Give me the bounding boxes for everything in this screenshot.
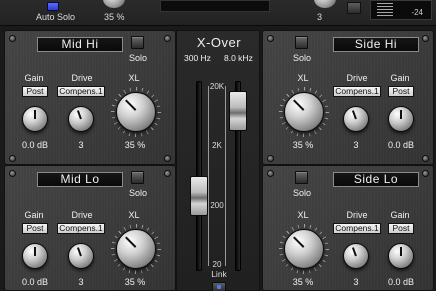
auto-solo-toggle[interactable]: [47, 2, 59, 11]
drive-label: Drive: [346, 210, 368, 220]
drive-mode-tag[interactable]: Compens.1: [333, 86, 381, 97]
top-strip: Auto Solo 35 % 3 -24: [0, 0, 436, 26]
xl-label: XL: [128, 210, 140, 220]
xover-freq-low: 300 Hz: [184, 53, 211, 63]
drive-value: 3: [353, 140, 359, 150]
top-left-knob[interactable]: [103, 0, 125, 8]
screw-icon: [164, 170, 171, 177]
drive-mode-tag[interactable]: Compens.1: [57, 223, 105, 234]
scale-label-20: 20: [212, 260, 222, 269]
drive-mode-tag[interactable]: Compens.1: [57, 86, 105, 97]
band-name-mid-lo: Mid Lo: [37, 172, 123, 187]
screw-icon: [422, 35, 429, 42]
screw-icon: [164, 155, 171, 162]
meter-bars-icon: [377, 3, 393, 17]
xl-knob-mid-hi[interactable]: [116, 92, 156, 132]
gain-mode-tag[interactable]: Post: [388, 223, 414, 234]
led-icon: [217, 285, 221, 289]
gain-value: 0.0 dB: [21, 277, 49, 287]
gain-label: Gain: [390, 210, 410, 220]
gain-mode-tag[interactable]: Post: [388, 86, 414, 97]
gain-value: 0.0 dB: [387, 140, 415, 150]
fader-low-handle[interactable]: [190, 176, 208, 216]
xover-scale: [208, 86, 226, 266]
solo-label: Solo: [128, 53, 147, 63]
xl-label: XL: [297, 73, 309, 83]
top-right-knob[interactable]: [314, 0, 336, 8]
gain-label: Gain: [24, 73, 44, 83]
drive-value: 3: [78, 277, 84, 287]
drive-label: Drive: [346, 73, 368, 83]
drive-knob-side-lo[interactable]: [343, 243, 369, 269]
screw-icon: [9, 170, 16, 177]
gain-label: Gain: [24, 210, 44, 220]
gain-knob-mid-lo[interactable]: [22, 243, 48, 269]
xl-label: XL: [297, 210, 309, 220]
panel-side-lo: Solo Side Lo XL 35 % Drive Compens.1 3 G…: [262, 165, 434, 291]
xover-freq-high: 8.0 kHz: [224, 53, 253, 63]
xl-knob-side-lo[interactable]: [284, 229, 324, 269]
panel-mid-hi: Mid Hi Solo Gain Post 0.0 dB Drive Compe…: [4, 30, 176, 165]
xl-label: XL: [128, 73, 140, 83]
xl-knob-mid-lo[interactable]: [116, 229, 156, 269]
link-label: Link: [211, 269, 227, 279]
auto-solo-label: Auto Solo: [36, 12, 76, 22]
top-toggle-button[interactable]: [347, 2, 361, 14]
top-right-value: 3: [317, 12, 323, 22]
gain-knob-side-lo[interactable]: [388, 243, 414, 269]
top-display: [160, 0, 270, 12]
gain-knob-side-hi[interactable]: [388, 106, 414, 132]
gain-label: Gain: [390, 73, 410, 83]
solo-button-mid-lo[interactable]: [131, 171, 144, 184]
solo-button-side-lo[interactable]: [295, 171, 308, 184]
screw-icon: [267, 170, 274, 177]
solo-label: Solo: [292, 188, 311, 198]
xover-title: X-Over: [196, 35, 242, 50]
band-name-mid-hi: Mid Hi: [37, 37, 123, 52]
top-left-value: 35 %: [104, 12, 125, 22]
screw-icon: [267, 155, 274, 162]
xl-value: 35 %: [124, 140, 146, 150]
xl-knob-side-hi[interactable]: [284, 92, 324, 132]
screw-icon: [164, 35, 171, 42]
screw-icon: [422, 170, 429, 177]
gain-value: 0.0 dB: [387, 277, 415, 287]
drive-knob-mid-lo[interactable]: [68, 243, 94, 269]
gain-mode-tag[interactable]: Post: [22, 86, 48, 97]
drive-value: 3: [78, 140, 84, 150]
level-meter: -24: [370, 0, 432, 20]
xl-value: 35 %: [292, 140, 314, 150]
solo-button-mid-hi[interactable]: [131, 36, 144, 49]
gain-value: 0.0 dB: [21, 140, 49, 150]
band-name-side-lo: Side Lo: [333, 172, 419, 187]
xl-value: 35 %: [292, 277, 314, 287]
screw-icon: [9, 155, 16, 162]
fader-high-handle[interactable]: [229, 91, 247, 131]
solo-button-side-hi[interactable]: [295, 36, 308, 49]
panel-side-hi: Solo Side Hi XL 35 % Drive Compens.1 3 G…: [262, 30, 434, 165]
panel-mid-lo: Mid Lo Solo Gain Post 0.0 dB Drive Compe…: [4, 165, 176, 291]
screw-icon: [9, 35, 16, 42]
xover-section: X-Over 300 Hz 8.0 kHz 20K 2K 200 20 Link: [176, 30, 260, 291]
meter-scale-label: -24: [411, 8, 423, 17]
drive-label: Drive: [71, 210, 93, 220]
screw-icon: [422, 155, 429, 162]
link-toggle[interactable]: [212, 282, 226, 291]
solo-label: Solo: [292, 53, 311, 63]
screw-icon: [267, 35, 274, 42]
gain-knob-mid-hi[interactable]: [22, 106, 48, 132]
drive-knob-mid-hi[interactable]: [68, 106, 94, 132]
gain-mode-tag[interactable]: Post: [22, 223, 48, 234]
drive-knob-side-hi[interactable]: [343, 106, 369, 132]
drive-label: Drive: [71, 73, 93, 83]
drive-mode-tag[interactable]: Compens.1: [333, 223, 381, 234]
solo-label: Solo: [128, 188, 147, 198]
drive-value: 3: [353, 277, 359, 287]
band-name-side-hi: Side Hi: [333, 37, 419, 52]
scale-label-20k: 20K: [209, 82, 225, 91]
scale-label-2k: 2K: [212, 141, 222, 150]
xl-value: 35 %: [124, 277, 146, 287]
